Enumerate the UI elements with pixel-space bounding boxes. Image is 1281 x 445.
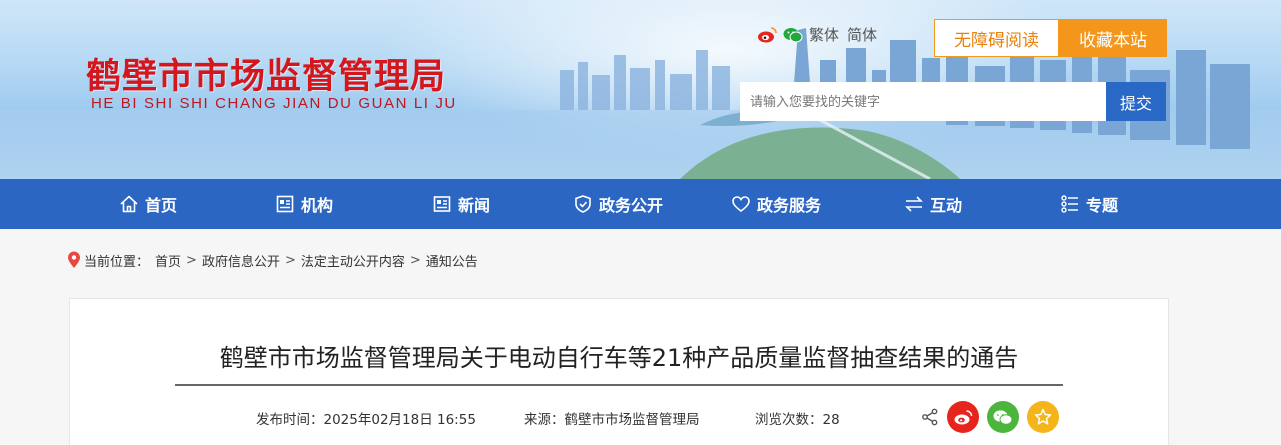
share-wechat-button[interactable] — [987, 401, 1019, 433]
weibo-icon[interactable] — [757, 25, 777, 45]
simplified-link[interactable]: 简体 — [847, 24, 877, 45]
title-divider — [175, 384, 1063, 386]
article-title: 鹤壁市市场监督管理局关于电动自行车等21种产品质量监督抽查结果的通告 — [219, 344, 1019, 372]
nav-label: 新闻 — [458, 196, 491, 215]
nav-label: 政务服务 — [757, 196, 822, 215]
favorite-button[interactable] — [1027, 401, 1059, 433]
nav-item-org[interactable]: 机构 — [275, 179, 333, 229]
favorite-site-button[interactable]: 收藏本站 — [1059, 19, 1167, 57]
nav-item-home[interactable]: 首页 — [119, 179, 177, 229]
publish-time: 发布时间：2025年02月18日 16:55 — [256, 412, 476, 428]
wechat-icon[interactable] — [783, 25, 803, 45]
nav-label: 政务公开 — [599, 196, 664, 215]
main-nav: 首页 机构 新闻 政务公开 政务服务 互动 专题 — [0, 179, 1281, 229]
share-icon[interactable] — [921, 408, 939, 426]
breadcrumb-prefix: 当前位置： — [84, 254, 150, 270]
org-icon — [275, 194, 295, 214]
breadcrumb-item-notices[interactable]: 通知公告 — [426, 251, 478, 270]
share-weibo-button[interactable] — [947, 401, 979, 433]
list-icon — [1060, 194, 1080, 214]
weibo-icon — [954, 409, 973, 424]
accessibility-button[interactable]: 无障碍阅读 — [934, 19, 1059, 57]
nav-item-interact[interactable]: 互动 — [904, 179, 962, 229]
breadcrumb-separator: > — [186, 252, 197, 268]
site-logo-title[interactable]: 鹤壁市市场监督管理局 — [86, 48, 446, 99]
breadcrumb: 当前位置： 首页 > 政府信息公开 > 法定主动公开内容 > 通知公告 — [67, 250, 478, 270]
shield-icon — [573, 194, 593, 214]
nav-item-news[interactable]: 新闻 — [432, 179, 490, 229]
exchange-icon — [904, 194, 924, 214]
nav-item-gov-service[interactable]: 政务服务 — [731, 179, 821, 229]
breadcrumb-item-gov-info[interactable]: 政府信息公开 — [202, 251, 280, 270]
wechat-icon — [993, 409, 1013, 425]
nav-item-gov-open[interactable]: 政务公开 — [573, 179, 663, 229]
home-icon — [119, 194, 139, 214]
header-banner: 鹤壁市市场监督管理局 HE BI SHI SHI CHANG JIAN DU G… — [0, 0, 1281, 179]
traditional-link[interactable]: 繁体 — [809, 24, 839, 45]
breadcrumb-separator: > — [284, 252, 296, 268]
nav-label: 互动 — [930, 196, 963, 215]
breadcrumb-separator: > — [409, 252, 421, 268]
nav-item-topics[interactable]: 专题 — [1060, 179, 1118, 229]
site-logo-pinyin: HE BI SHI SHI CHANG JIAN DU GUAN LI JU — [91, 95, 457, 112]
search-submit-button[interactable]: 提交 — [1106, 82, 1166, 121]
breadcrumb-item-statutory[interactable]: 法定主动公开内容 — [301, 251, 405, 270]
heart-icon — [731, 194, 751, 214]
location-pin-icon — [67, 251, 81, 269]
star-icon — [1034, 408, 1052, 425]
nav-label: 机构 — [301, 196, 334, 215]
nav-label: 专题 — [1086, 196, 1119, 215]
article-source: 来源：鹤壁市市场监督管理局 — [524, 412, 700, 428]
view-count: 浏览次数：28 — [755, 412, 840, 428]
top-tools: 繁体 简体 — [757, 24, 885, 45]
news-icon — [432, 194, 452, 214]
breadcrumb-item-home[interactable]: 首页 — [155, 251, 181, 270]
search-input[interactable] — [740, 82, 1106, 121]
nav-label: 首页 — [145, 196, 178, 215]
